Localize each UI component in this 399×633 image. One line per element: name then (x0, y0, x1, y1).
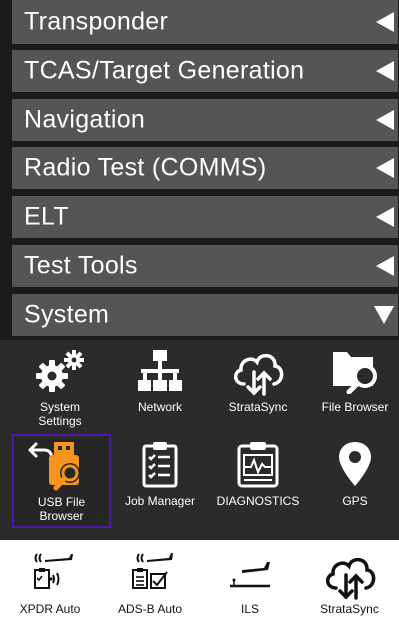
chevron-left-icon (376, 12, 394, 32)
menu-item-label: TCAS/Target Generation (24, 56, 305, 85)
menu-item-label: Navigation (24, 105, 146, 134)
menu-item-label: System (24, 300, 110, 329)
file-browser-app[interactable]: File Browser (307, 340, 399, 436)
chevron-left-icon (376, 207, 394, 227)
quick-launch-dock: XPDR Auto ADS-B Auto ILS StrataSync (0, 540, 399, 633)
xpdr-auto-icon (34, 553, 73, 589)
chevron-left-icon (376, 110, 394, 130)
cloud-sync-icon (234, 353, 284, 396)
menu-panel: Transponder TCAS/Target Generation Navig… (0, 0, 399, 340)
network-icon (138, 350, 182, 391)
chevron-down-icon (374, 306, 394, 324)
clipboard-icon (142, 442, 178, 488)
app-label: Network (137, 400, 182, 414)
app-label: DIAGNOSTICS (216, 494, 300, 508)
stratasync-icon (325, 557, 375, 600)
dock-label: ADS-B Auto (117, 602, 183, 616)
xpdr-auto-button[interactable]: XPDR Auto (0, 540, 100, 633)
system-settings-app[interactable]: System Settings (12, 340, 108, 436)
app-label: Job Manager (124, 494, 196, 508)
diagnostics-icon (237, 442, 279, 488)
usb-search-icon (48, 442, 80, 491)
dock-label: ILS (240, 602, 259, 616)
menu-item-test-tools[interactable]: Test Tools (12, 245, 398, 287)
job-manager-app[interactable]: Job Manager (112, 434, 208, 530)
folder-search-icon (333, 352, 377, 394)
gps-app[interactable]: GPS (307, 434, 399, 530)
menu-item-label: Test Tools (24, 251, 138, 280)
adsb-auto-icon (132, 553, 173, 589)
app-label: File Browser (321, 400, 389, 414)
menu-item-tcas[interactable]: TCAS/Target Generation (12, 50, 398, 92)
dock-label: StrataSync (320, 602, 379, 616)
menu-item-radio-test[interactable]: Radio Test (COMMS) (12, 147, 398, 189)
app-label: StrataSync (228, 400, 288, 414)
stratasync-app[interactable]: StrataSync (210, 340, 306, 436)
gears-icon (36, 350, 84, 392)
menu-item-label: ELT (24, 202, 69, 231)
system-apps-grid: System Settings Network StrataSync File … (0, 340, 399, 540)
stratasync-dock-button[interactable]: StrataSync (300, 540, 399, 633)
adsb-auto-button[interactable]: ADS-B Auto (100, 540, 200, 633)
chevron-left-icon (376, 61, 394, 81)
dock-label: XPDR Auto (19, 602, 81, 616)
menu-item-label: Radio Test (COMMS) (24, 153, 267, 182)
app-label: USB File Browser (37, 495, 86, 523)
diagnostics-app[interactable]: DIAGNOSTICS (210, 434, 306, 530)
app-label: GPS (342, 494, 368, 508)
app-label: System Settings (38, 400, 82, 428)
ils-button[interactable]: ILS (200, 540, 300, 633)
chevron-left-icon (376, 158, 394, 178)
usb-file-browser-app[interactable]: USB File Browser (12, 434, 111, 528)
menu-item-label: Transponder (24, 7, 169, 36)
chevron-left-icon (376, 256, 394, 276)
ils-icon (230, 562, 270, 588)
location-pin-icon (339, 442, 371, 486)
menu-item-transponder[interactable]: Transponder (12, 0, 398, 44)
menu-item-navigation[interactable]: Navigation (12, 99, 398, 141)
network-app[interactable]: Network (112, 340, 208, 436)
menu-item-elt[interactable]: ELT (12, 196, 398, 238)
menu-item-system[interactable]: System (12, 294, 398, 336)
